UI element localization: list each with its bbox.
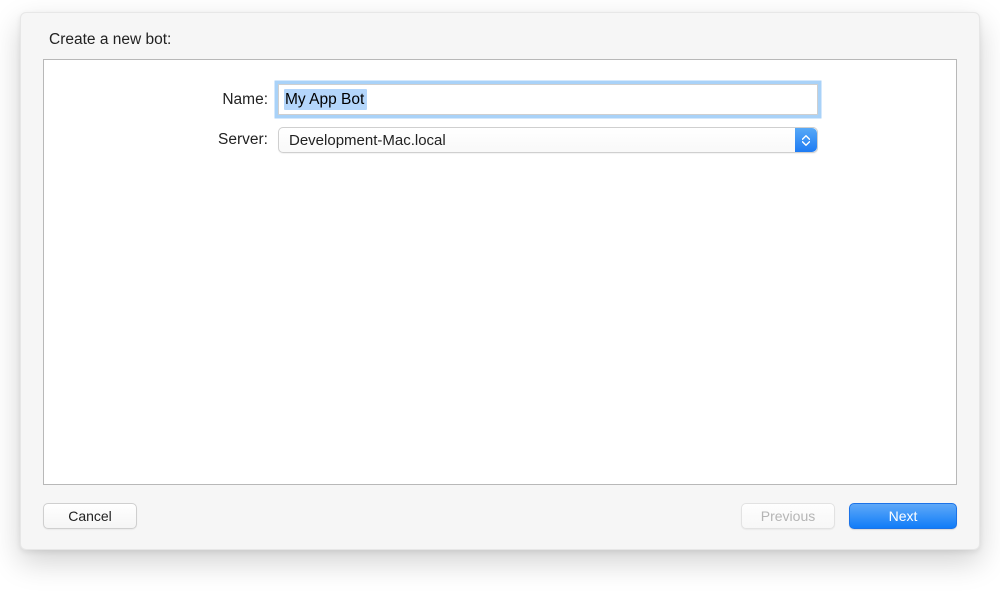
server-row: Server: Development-Mac.local bbox=[44, 127, 956, 153]
next-button[interactable]: Next bbox=[849, 503, 957, 529]
create-bot-sheet: Create a new bot: Name: My App Bot Serve… bbox=[20, 12, 980, 550]
previous-button: Previous bbox=[741, 503, 835, 529]
button-bar: Cancel Previous Next bbox=[43, 503, 957, 529]
cancel-button[interactable]: Cancel bbox=[43, 503, 137, 529]
name-row: Name: My App Bot bbox=[44, 84, 956, 115]
server-label: Server: bbox=[44, 131, 278, 149]
name-input[interactable]: My App Bot bbox=[278, 84, 818, 115]
updown-icon bbox=[795, 128, 817, 152]
form-panel: Name: My App Bot Server: Development-Mac… bbox=[43, 59, 957, 485]
server-select-value: Development-Mac.local bbox=[289, 132, 446, 149]
sheet-title: Create a new bot: bbox=[49, 31, 957, 49]
server-select[interactable]: Development-Mac.local bbox=[278, 127, 818, 153]
name-label: Name: bbox=[44, 91, 278, 109]
